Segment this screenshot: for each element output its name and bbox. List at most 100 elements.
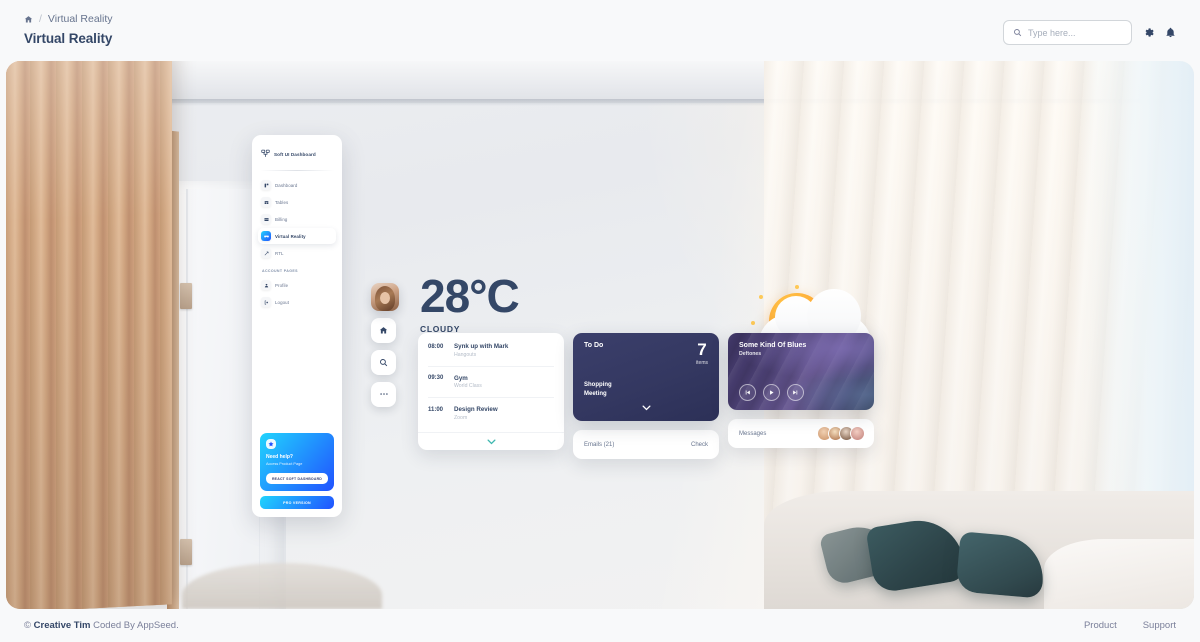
messages-card: Messages	[728, 419, 874, 448]
top-navbar: / Virtual Reality Virtual Reality	[0, 0, 1200, 55]
sidebar-item-virtual-reality[interactable]: Virtual Reality	[258, 228, 336, 244]
schedule-row[interactable]: 09:30 Gym World Class	[418, 375, 564, 390]
door-hinge	[180, 283, 192, 309]
rail-more-button[interactable]	[371, 382, 396, 407]
search-input[interactable]	[1028, 27, 1122, 38]
more-icon	[379, 387, 389, 402]
pro-version-button[interactable]: PRO VERSION	[260, 496, 334, 509]
chevron-down-icon	[641, 398, 651, 416]
schedule-subtitle: World Class	[454, 383, 482, 389]
todo-items: Shopping Meeting	[584, 381, 612, 399]
sidebar-item-label: Logout	[275, 299, 290, 305]
schedule-subtitle: Zoom	[454, 414, 468, 421]
breadcrumb-separator: /	[39, 13, 42, 25]
shop-icon	[261, 145, 270, 163]
breadcrumb-current[interactable]: Virtual Reality	[48, 14, 113, 25]
schedule-column: 08:00 Synk up with Mark Hangouts 09:30 G…	[418, 333, 564, 459]
sidebar-item-billing[interactable]: Billing	[258, 211, 336, 227]
skip-previous-icon[interactable]	[739, 384, 756, 401]
todo-item[interactable]: Shopping	[584, 381, 612, 390]
todo-card: To Do 7 items Shopping Meeting	[573, 333, 719, 421]
sofa-arm	[1044, 539, 1194, 609]
sidebar-item-label: Profile	[275, 282, 289, 288]
sidebar-item-logout[interactable]: Logout	[258, 294, 336, 310]
sidebar-item-label: Virtual Reality	[275, 233, 306, 239]
schedule-time: 11:00	[428, 406, 444, 413]
logout-icon	[261, 297, 271, 307]
page-footer: © Creative Tim Coded By AppSeed. Product…	[0, 609, 1200, 642]
schedule-time: 08:00	[428, 343, 444, 350]
emails-check-button[interactable]: Check	[691, 442, 708, 448]
profile-icon	[261, 280, 271, 290]
footer-link-product[interactable]: Product	[1084, 620, 1117, 631]
todo-counter: 7 items	[696, 341, 708, 366]
play-icon[interactable]	[763, 384, 780, 401]
rail-search-button[interactable]	[371, 350, 396, 375]
vr-scene: Soft UI Dashboard Dashboard Tables Billi…	[6, 61, 1194, 609]
rail-home-button[interactable]	[371, 318, 396, 343]
music-track-title: Some Kind Of Blues	[739, 342, 807, 349]
sidebar-item-label: Billing	[275, 216, 288, 222]
music-player-card: Some Kind Of Blues Deftones	[728, 333, 874, 410]
react-soft-dashboard-button[interactable]: REACT SOFT DASHBOARD	[266, 473, 328, 484]
skip-next-icon[interactable]	[787, 384, 804, 401]
door-hinge	[180, 539, 192, 565]
navbar-right	[1003, 8, 1176, 45]
schedule-title: Design Review	[454, 406, 498, 413]
schedule-divider	[428, 365, 554, 367]
home-icon	[379, 323, 388, 338]
billing-icon	[261, 214, 271, 224]
todo-count-unit: items	[696, 360, 708, 366]
sidebar-section-label: ACCOUNT PAGES	[262, 269, 298, 273]
footer-link-support[interactable]: Support	[1143, 620, 1176, 631]
home-icon[interactable]	[24, 15, 33, 24]
sidebar-divider	[260, 170, 334, 171]
schedule-divider	[428, 397, 554, 398]
music-column: Some Kind Of Blues Deftones Messages	[728, 333, 874, 459]
schedule-time: 09:30	[428, 375, 444, 381]
music-artist: Deftones	[739, 351, 762, 357]
sidebar-item-tables[interactable]: Tables	[258, 194, 336, 210]
copyright-symbol: ©	[24, 620, 31, 631]
schedule-row[interactable]: 11:00 Design Review Zoom	[418, 406, 564, 421]
sidebar-item-label: Dashboard	[275, 182, 298, 188]
sidebar-item-label: RTL	[275, 250, 284, 256]
schedule-expand-button[interactable]	[418, 431, 564, 450]
sidebar-brand[interactable]: Soft UI Dashboard	[258, 143, 336, 170]
tables-icon	[261, 197, 271, 207]
help-card-subtitle: Access Product Page	[266, 462, 303, 467]
navbar-left: / Virtual Reality Virtual Reality	[24, 8, 113, 46]
schedule-title: Synk up with Mark	[454, 343, 509, 350]
weather-readout: 28°C CLOUDY	[420, 270, 520, 334]
floating-rail	[371, 283, 399, 407]
sidebar-help-card: Need help? Access Product Page REACT SOF…	[260, 433, 334, 491]
temperature-value: 28°C	[420, 270, 520, 322]
bell-icon[interactable]	[1165, 27, 1176, 38]
search-icon	[379, 355, 388, 370]
footer-copyright: © Creative Tim Coded By AppSeed.	[24, 620, 179, 631]
footer-brand[interactable]: Creative Tim	[34, 620, 91, 631]
messages-label: Messages	[739, 430, 767, 437]
emails-card: Emails (21) Check	[573, 430, 719, 459]
vr-widget-row: 08:00 Synk up with Mark Hangouts 09:30 G…	[418, 333, 874, 459]
sidebar-item-profile[interactable]: Profile	[258, 277, 336, 293]
schedule-row[interactable]: 08:00 Synk up with Mark Hangouts	[418, 343, 564, 358]
door-inner-panel	[186, 189, 260, 609]
gear-icon[interactable]	[1143, 27, 1154, 38]
sidebar-item-rtl[interactable]: RTL	[258, 245, 336, 261]
footer-links: Product Support	[1084, 620, 1176, 631]
avatar[interactable]	[850, 426, 865, 441]
page-title: Virtual Reality	[24, 30, 113, 46]
sidebar-item-dashboard[interactable]: Dashboard	[258, 177, 336, 193]
avatar[interactable]	[371, 283, 399, 311]
vr-icon	[261, 231, 271, 241]
search-box[interactable]	[1003, 20, 1132, 45]
rtl-icon	[261, 248, 271, 258]
help-card-title: Need help?	[266, 454, 293, 461]
messages-avatar-group[interactable]	[817, 426, 865, 441]
star-icon	[266, 439, 276, 450]
schedule-card: 08:00 Synk up with Mark Hangouts 09:30 G…	[418, 333, 564, 450]
sidebar-brand-label: Soft UI Dashboard	[274, 151, 316, 157]
todo-expand-button[interactable]	[573, 398, 719, 416]
mini-sidebar-card: Soft UI Dashboard Dashboard Tables Billi…	[252, 135, 342, 517]
